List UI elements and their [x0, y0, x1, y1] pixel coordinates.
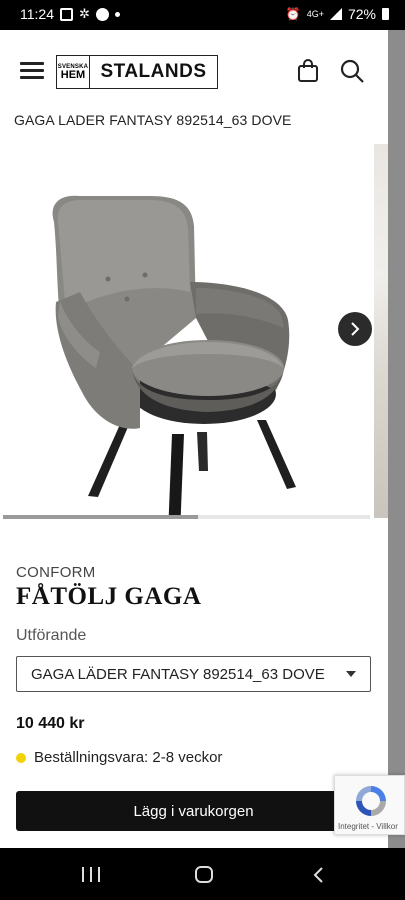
clock: 11:24 — [20, 6, 54, 22]
bag-icon[interactable] — [297, 59, 319, 83]
signal-icon — [329, 8, 342, 20]
notification-icons: ✲ — [60, 6, 120, 22]
breadcrumb: GAGA LADER FANTASY 892514_63 DOVE — [14, 112, 292, 128]
next-image-preview[interactable] — [374, 144, 388, 518]
flower-notification-icon: ✲ — [79, 6, 90, 21]
gallery-progress-fill — [3, 515, 198, 519]
chevron-right-icon — [351, 322, 360, 336]
add-to-cart-button[interactable]: Lägg i varukorgen — [16, 791, 371, 831]
facebook-notification-icon — [95, 7, 109, 21]
product-gallery[interactable] — [0, 142, 388, 522]
add-to-cart-label: Lägg i varukorgen — [133, 802, 254, 820]
recent-apps-button[interactable] — [82, 867, 100, 882]
status-bar: 11:24 ✲ ⏰ 4G+ 72% — [0, 0, 405, 30]
search-icon[interactable] — [340, 59, 364, 83]
battery-percent: 72% — [347, 6, 376, 22]
back-button[interactable] — [312, 867, 326, 883]
site-logo[interactable]: SVENSKA HEM STALANDS — [56, 55, 218, 89]
site-header: SVENSKA HEM STALANDS — [0, 30, 388, 110]
variant-selected-value: GAGA LÄDER FANTASY 892514_63 DOVE — [31, 665, 325, 683]
gallery-notification-icon — [60, 7, 73, 21]
battery-icon — [382, 8, 389, 20]
product-title: FÅTÖLJ GAGA — [16, 583, 202, 610]
availability-text: Beställningsvara: 2-8 veckor — [34, 749, 223, 766]
recaptcha-badge[interactable]: Integritet - Villkor — [334, 775, 405, 835]
alarm-icon: ⏰ — [285, 7, 301, 21]
system-icons: ⏰ 4G+ 72% — [286, 6, 389, 22]
page-scrollbar[interactable] — [388, 30, 405, 848]
variant-label: Utförande — [16, 627, 87, 644]
logo-mark: SVENSKA HEM — [57, 56, 90, 88]
logo-hem-text: HEM — [60, 69, 86, 81]
more-notifications-icon — [114, 11, 120, 17]
availability-status: Beställningsvara: 2-8 veckor — [16, 749, 222, 766]
product-image[interactable] — [0, 142, 370, 517]
network-label: 4G+ — [306, 9, 324, 19]
product-price: 10 440 kr — [16, 715, 85, 732]
recaptcha-icon — [356, 786, 386, 816]
next-image-button[interactable] — [338, 312, 372, 346]
chevron-down-icon — [346, 671, 356, 677]
home-button[interactable] — [195, 866, 213, 883]
availability-dot-icon — [16, 752, 26, 763]
system-nav-bar — [0, 848, 405, 900]
variant-select[interactable]: GAGA LÄDER FANTASY 892514_63 DOVE — [16, 656, 371, 692]
web-page[interactable]: SVENSKA HEM STALANDS GAGA LADER FANTASY … — [0, 30, 388, 848]
recaptcha-links[interactable]: Integritet - Villkor — [338, 822, 398, 831]
menu-icon[interactable] — [20, 62, 44, 80]
logo-name: STALANDS — [100, 61, 207, 82]
gallery-progress-track — [3, 515, 370, 519]
product-brand[interactable]: CONFORM — [16, 564, 96, 581]
